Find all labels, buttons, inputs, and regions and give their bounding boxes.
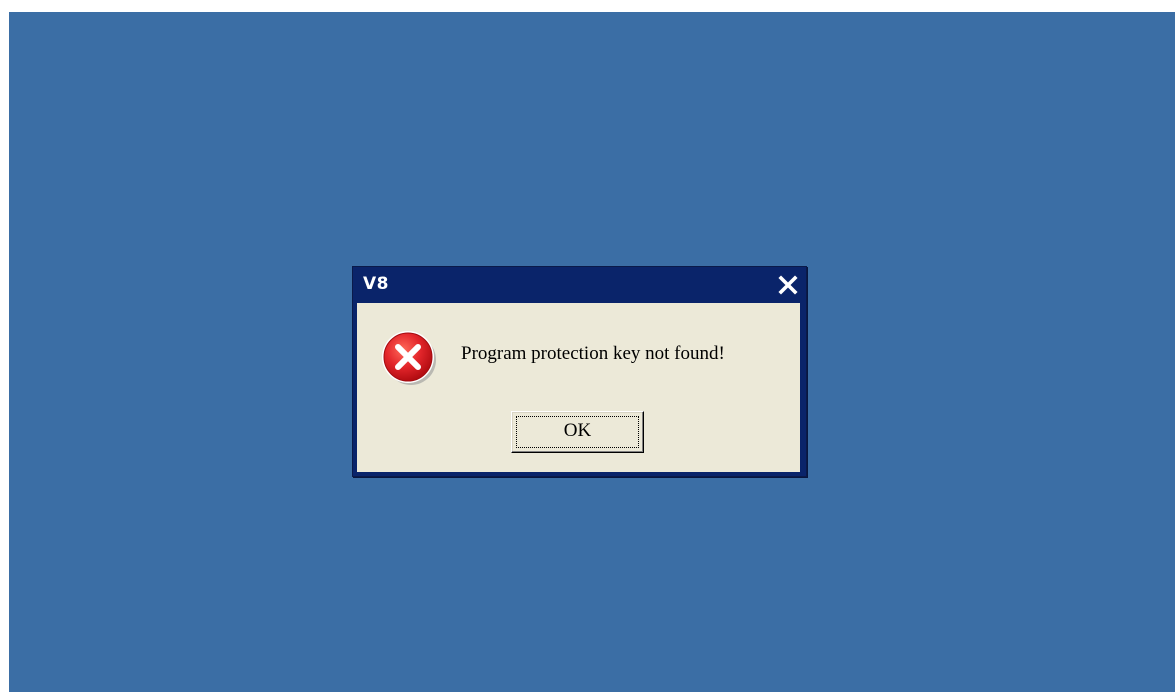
- error-dialog: V8 Program protection key not found! OK: [352, 266, 807, 477]
- dialog-body: Program protection key not found! OK: [357, 303, 800, 472]
- dialog-title-bar[interactable]: V8: [353, 267, 806, 303]
- dialog-message: Program protection key not found!: [461, 343, 725, 364]
- ok-button[interactable]: OK: [511, 411, 644, 453]
- error-icon: [382, 331, 436, 385]
- dialog-title: V8: [363, 274, 389, 294]
- close-icon: [778, 275, 798, 295]
- ok-button-label: OK: [563, 420, 592, 441]
- close-button[interactable]: [776, 273, 800, 297]
